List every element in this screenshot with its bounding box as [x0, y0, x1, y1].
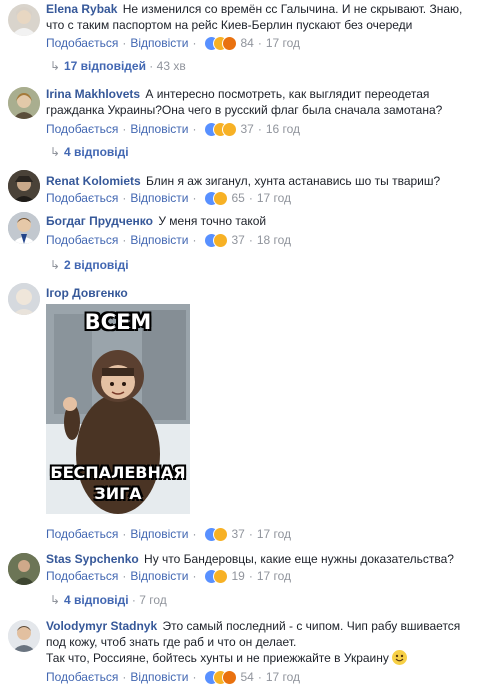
- comment-actions: Подобається · Відповісти · 19 · 17 год: [46, 569, 292, 584]
- reaction-count[interactable]: 65: [231, 191, 244, 205]
- comment-actions: Подобається · Відповісти · 65 · 17 год: [46, 191, 292, 206]
- reactions-icon[interactable]: [204, 527, 229, 542]
- meme-image[interactable]: ВСЕМ БЕСПАЛЕВНАЯ ЗИГА: [46, 304, 190, 514]
- comment-actions: Подобається · Відповісти · 54 · 17 год: [46, 670, 301, 685]
- reply-arrow-icon: ↳: [50, 145, 61, 159]
- reactions-icon[interactable]: [204, 36, 238, 51]
- view-replies-link[interactable]: ↳ 2 відповіді: [50, 258, 129, 272]
- like-button[interactable]: Подобається: [46, 233, 118, 247]
- comment-actions: Подобається · Відповісти · 37 · 17 год: [46, 527, 292, 542]
- timestamp[interactable]: 18 год: [257, 233, 291, 247]
- avatar[interactable]: [8, 553, 40, 585]
- reaction-count[interactable]: 54: [240, 670, 253, 684]
- comment-actions: Подобається · Відповісти · 84 · 17 год: [46, 36, 301, 51]
- timestamp[interactable]: 17 год: [266, 36, 300, 50]
- meme-caption-top: ВСЕМ: [84, 310, 152, 334]
- avatar[interactable]: [8, 620, 40, 652]
- comment-author[interactable]: Volodymyr Stadnyk: [46, 619, 157, 633]
- comment-actions: Подобається · Відповісти · 37 · 18 год: [46, 233, 292, 248]
- comment-author[interactable]: Irina Makhlovets: [46, 87, 140, 101]
- reply-button[interactable]: Відповісти: [130, 191, 188, 205]
- reaction-count[interactable]: 84: [240, 36, 253, 50]
- reaction-count[interactable]: 37: [240, 122, 253, 136]
- smile-emoji-icon: [392, 650, 408, 665]
- timestamp[interactable]: 17 год: [257, 527, 291, 541]
- reply-button[interactable]: Відповісти: [130, 122, 188, 136]
- reply-button[interactable]: Відповісти: [130, 233, 188, 247]
- comment-author[interactable]: Богдаг Прудченко: [46, 214, 153, 228]
- comment-actions: Подобається · Відповісти · 37 · 16 год: [46, 122, 301, 137]
- meme-caption-bottom: БЕСПАЛЕВНАЯ ЗИГА: [50, 463, 186, 503]
- view-replies-link[interactable]: ↳ 4 відповіді · 7 год: [50, 593, 167, 607]
- reply-arrow-icon: ↳: [50, 59, 61, 73]
- timestamp[interactable]: 17 год: [257, 191, 291, 205]
- like-button[interactable]: Подобається: [46, 36, 118, 50]
- reply-button[interactable]: Відповісти: [130, 527, 188, 541]
- reply-arrow-icon: ↳: [50, 258, 61, 272]
- reactions-icon[interactable]: [204, 122, 238, 137]
- reply-button[interactable]: Відповісти: [130, 36, 188, 50]
- timestamp[interactable]: 16 год: [266, 122, 300, 136]
- timestamp[interactable]: 17 год: [266, 670, 300, 684]
- reaction-count[interactable]: 37: [231, 233, 244, 247]
- reply-button[interactable]: Відповісти: [130, 670, 188, 684]
- comment-author[interactable]: Renat Kolomiets: [46, 174, 141, 188]
- comment-author[interactable]: Elena Rybak: [46, 2, 117, 16]
- like-button[interactable]: Подобається: [46, 191, 118, 205]
- like-button[interactable]: Подобається: [46, 569, 118, 583]
- comment-author[interactable]: Ігор Довгенко: [46, 286, 128, 300]
- like-button[interactable]: Подобається: [46, 122, 118, 136]
- reaction-count[interactable]: 37: [231, 527, 244, 541]
- comment-author[interactable]: Stas Sypchenko: [46, 552, 139, 566]
- reactions-icon[interactable]: [204, 670, 238, 685]
- avatar[interactable]: [8, 170, 40, 202]
- avatar[interactable]: [8, 283, 40, 315]
- view-replies-link[interactable]: ↳ 17 відповідей · 43 хв: [50, 59, 186, 73]
- like-button[interactable]: Подобається: [46, 670, 118, 684]
- like-button[interactable]: Подобається: [46, 527, 118, 541]
- comment-text: Ну что Бандеровцы, какие еще нужны доказ…: [144, 552, 454, 566]
- view-replies-link[interactable]: ↳ 4 відповіді: [50, 145, 129, 159]
- reactions-icon[interactable]: [204, 569, 229, 584]
- comment-text: У меня точно такой: [158, 214, 267, 228]
- reply-arrow-icon: ↳: [50, 593, 61, 607]
- avatar[interactable]: [8, 4, 40, 36]
- comment-text: Так что, Россияне, бойтесь хунты и не пр…: [46, 651, 389, 665]
- reply-button[interactable]: Відповісти: [130, 569, 188, 583]
- reactions-icon[interactable]: [204, 233, 229, 248]
- reactions-icon[interactable]: [204, 191, 229, 206]
- reaction-count[interactable]: 19: [231, 569, 244, 583]
- avatar[interactable]: [8, 212, 40, 244]
- comment-text: Блин я аж зиганул, хунта астанавись шо т…: [146, 174, 441, 188]
- avatar[interactable]: [8, 87, 40, 119]
- timestamp[interactable]: 17 год: [257, 569, 291, 583]
